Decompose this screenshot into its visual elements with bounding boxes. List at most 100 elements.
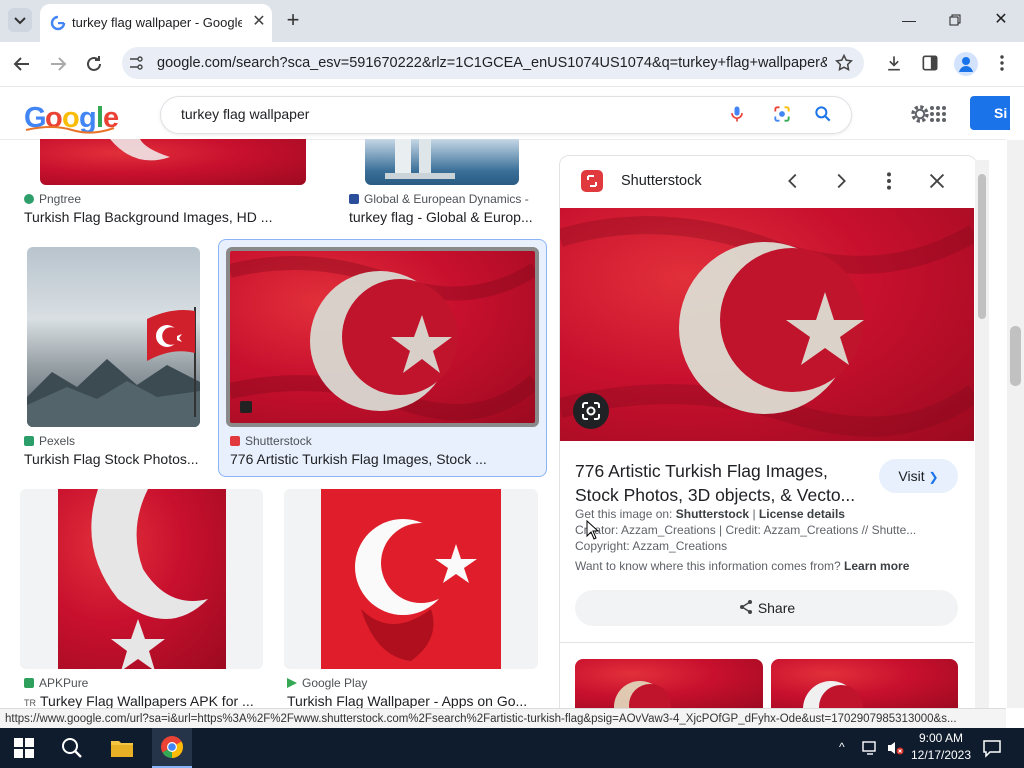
result-image-5[interactable] <box>58 489 226 669</box>
apps-grid-icon[interactable] <box>928 104 948 124</box>
lens-search-icon[interactable] <box>772 104 792 124</box>
panel-site-name[interactable]: Shutterstock <box>621 173 702 189</box>
site-info-icon[interactable] <box>128 55 144 71</box>
browser-tab[interactable]: turkey flag wallpaper - Google ✕ <box>40 4 272 42</box>
get-image-line: Get this image on: Shutterstock | Licens… <box>575 507 845 521</box>
search-icon <box>62 738 82 758</box>
volume-muted-icon[interactable] <box>886 740 904 756</box>
result-image-6[interactable] <box>321 489 501 669</box>
result-image-2[interactable] <box>365 139 519 185</box>
lens-search-image-button[interactable] <box>573 393 609 429</box>
panel-close-button[interactable] <box>926 170 948 192</box>
learn-more-link[interactable]: Learn more <box>844 559 909 573</box>
result-image-4[interactable] <box>226 247 539 427</box>
url-text[interactable]: google.com/search?sca_esv=591670222&rlz=… <box>157 55 827 71</box>
chevron-left-icon <box>788 173 797 189</box>
search-submit-icon[interactable] <box>813 104 833 124</box>
close-icon <box>929 173 945 189</box>
show-hidden-icons-button[interactable]: ^ <box>839 740 853 756</box>
page-scrollbar[interactable] <box>1007 140 1024 708</box>
tab-close-icon[interactable]: ✕ <box>248 11 270 33</box>
result-source-6[interactable]: Google Play <box>287 676 367 690</box>
share-button[interactable]: Share <box>575 590 958 626</box>
page-scroll-thumb[interactable] <box>1010 326 1021 386</box>
panel-scroll-thumb[interactable] <box>978 174 986 319</box>
new-tab-button[interactable]: + <box>281 8 305 32</box>
result-title-3[interactable]: Turkish Flag Stock Photos... <box>24 451 210 467</box>
back-button[interactable] <box>10 52 34 76</box>
network-icon[interactable] <box>862 740 880 756</box>
image-badge-icon <box>240 401 252 413</box>
panel-scrollbar[interactable] <box>975 160 989 710</box>
file-explorer-button[interactable] <box>110 737 134 759</box>
related-image-2[interactable] <box>771 659 958 709</box>
license-details-link[interactable]: License details <box>759 507 845 521</box>
search-input[interactable]: turkey flag wallpaper <box>181 106 309 122</box>
voice-search-icon[interactable] <box>727 104 747 124</box>
info-source-line: Want to know where this information come… <box>575 559 910 573</box>
apkpure-icon <box>24 678 34 688</box>
panel-divider <box>560 642 974 643</box>
result-source-3[interactable]: Pexels <box>24 434 75 448</box>
shutterstock-logo-icon <box>581 170 603 192</box>
side-panel-icon[interactable] <box>920 53 940 73</box>
download-icon[interactable] <box>884 53 904 73</box>
panel-title[interactable]: 776 Artistic Turkish Flag Images, Stock … <box>575 459 870 507</box>
panel-more-options-button[interactable] <box>878 170 900 192</box>
more-vert-icon <box>887 172 891 190</box>
related-image-1[interactable] <box>575 659 763 709</box>
close-window-button[interactable]: ✕ <box>981 8 1021 32</box>
next-image-button[interactable] <box>830 170 852 192</box>
chevron-down-icon <box>14 17 26 25</box>
creator-line: Creator: Azzam_Creations | Credit: Azzam… <box>575 523 917 537</box>
result-title-4[interactable]: 776 Artistic Turkish Flag Images, Stock … <box>230 451 535 467</box>
get-image-site-link[interactable]: Shutterstock <box>676 507 749 521</box>
tab-search-button[interactable] <box>8 8 32 32</box>
reload-button[interactable] <box>82 52 106 76</box>
result-title-6[interactable]: Turkish Flag Wallpaper - Apps on Go... <box>287 693 532 709</box>
google-play-icon <box>287 678 297 688</box>
share-icon <box>739 600 752 614</box>
svg-text:g: g <box>79 102 97 134</box>
tab-title: turkey flag wallpaper - Google <box>72 15 242 30</box>
restore-button[interactable] <box>935 8 975 32</box>
lens-icon <box>582 402 600 420</box>
windows-logo-icon <box>14 738 34 758</box>
folder-icon <box>111 741 133 757</box>
ged-icon <box>349 194 359 204</box>
clock-date: 12/17/2023 <box>910 748 972 762</box>
result-title-2[interactable]: turkey flag - Global & Europ... <box>349 209 539 225</box>
status-bar-url: https://www.google.com/url?sa=i&url=http… <box>0 708 1006 728</box>
forward-button[interactable] <box>46 52 70 76</box>
result-source-1[interactable]: Pngtree <box>24 192 81 206</box>
result-source-4[interactable]: Shutterstock <box>230 434 312 448</box>
notifications-button[interactable] <box>982 738 1002 758</box>
preview-image[interactable] <box>560 208 974 441</box>
taskbar-clock[interactable]: 9:00 AM 12/17/2023 <box>910 730 972 764</box>
start-button[interactable] <box>14 738 34 758</box>
previous-image-button[interactable] <box>782 170 804 192</box>
apk-prefix: TR <box>24 698 36 708</box>
sign-in-button[interactable]: Si <box>970 96 1010 130</box>
result-image-1[interactable] <box>40 139 306 185</box>
result-image-3[interactable] <box>27 247 200 427</box>
taskbar-search-button[interactable] <box>60 736 84 760</box>
visit-button[interactable]: Visit ❯ <box>879 459 958 493</box>
result-source-5[interactable]: APKPure <box>24 676 88 690</box>
result-title-5[interactable]: TR Turkey Flag Wallpapers APK for ... <box>24 693 274 709</box>
mouse-cursor <box>586 519 600 540</box>
chevron-right-small-icon: ❯ <box>928 470 939 484</box>
result-title-1[interactable]: Turkish Flag Background Images, HD ... <box>24 209 314 225</box>
chevron-right-icon <box>837 173 846 189</box>
chrome-menu-icon[interactable] <box>992 53 1012 73</box>
pexels-icon <box>24 436 34 446</box>
clock-time: 9:00 AM <box>918 731 964 745</box>
forward-arrow-icon <box>51 57 67 71</box>
minimize-button[interactable]: — <box>889 8 929 32</box>
result-source-2[interactable]: Global & European Dynamics - <box>349 192 529 206</box>
restore-icon <box>949 14 961 26</box>
google-doodle-logo[interactable]: G o o g l e <box>22 100 119 134</box>
chrome-taskbar-button[interactable] <box>152 728 192 768</box>
profile-avatar-icon[interactable] <box>954 52 978 76</box>
bookmark-star-icon[interactable] <box>834 53 854 73</box>
